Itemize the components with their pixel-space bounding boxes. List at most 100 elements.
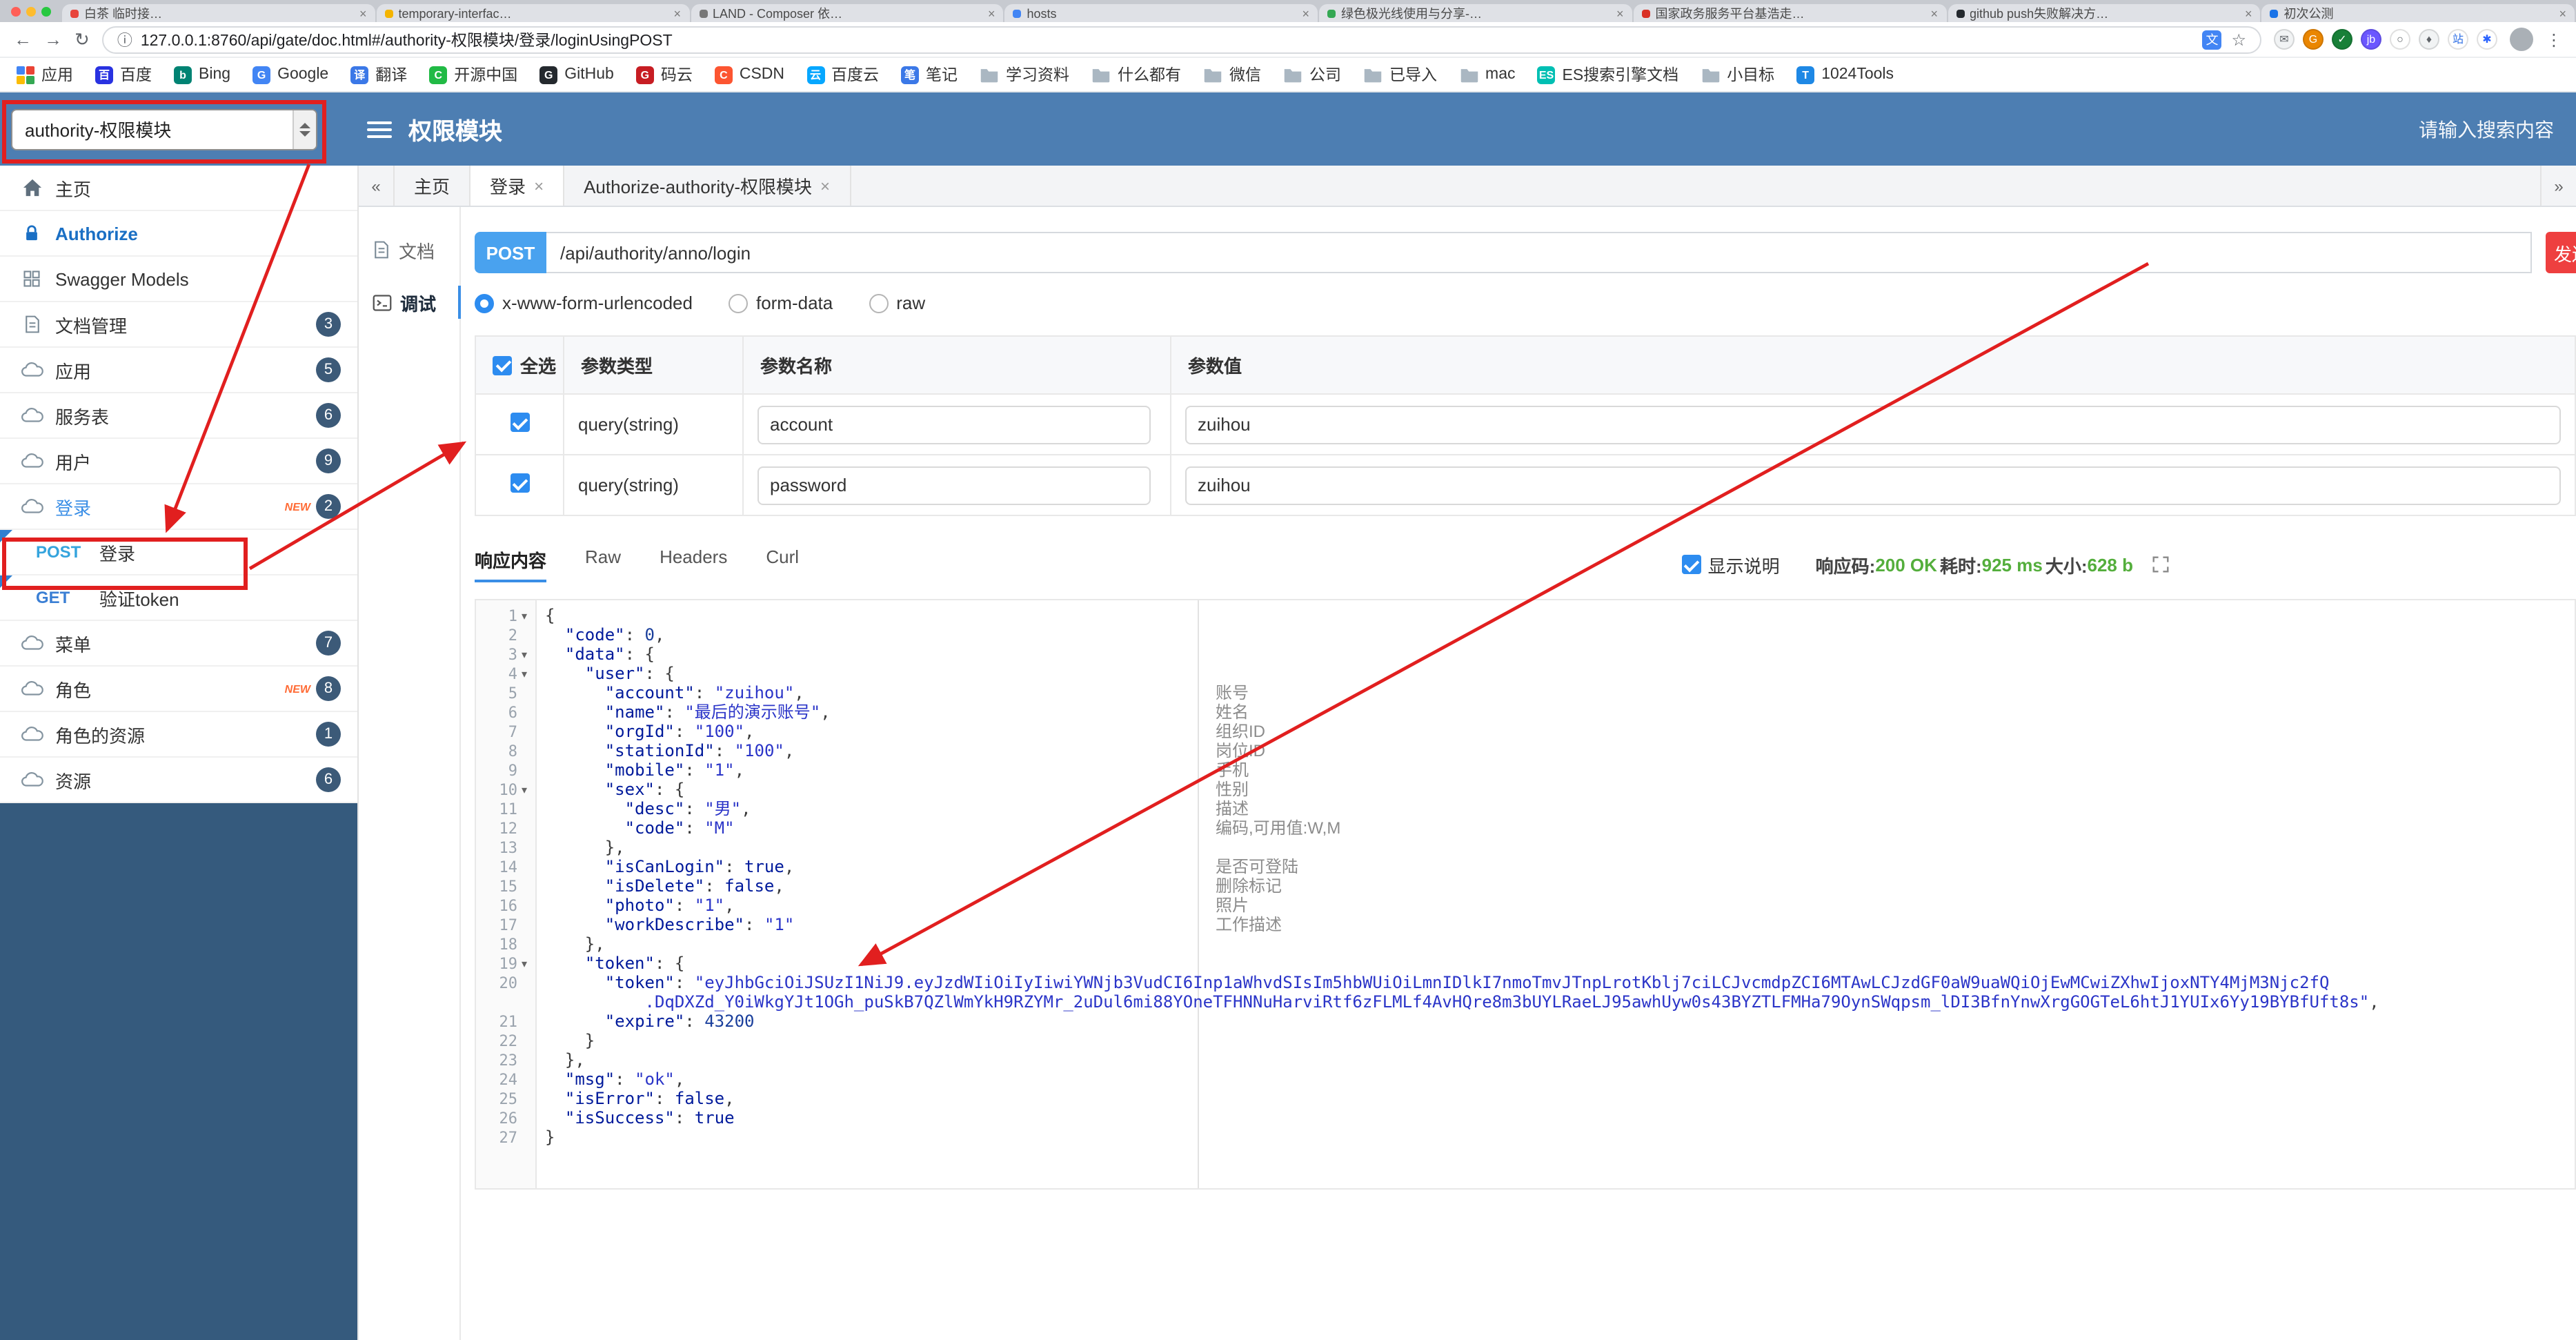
fold-caret-icon[interactable]: ▾	[517, 609, 531, 622]
minimize-window-icon[interactable]	[26, 7, 36, 17]
browser-tab[interactable]: github push失败解决方… ×	[1948, 4, 2261, 22]
mini-tab-文档[interactable]: 文档	[359, 224, 459, 276]
browser-tab[interactable]: 绿色极光线使用与分享-… ×	[1319, 4, 1632, 22]
sidebar-api-post-登录[interactable]: POST 登录	[0, 530, 357, 575]
extension-shield-icon[interactable]: ♦	[2419, 29, 2439, 50]
mini-tab-调试[interactable]: 调试	[359, 276, 461, 328]
tab-close-icon[interactable]: ×	[2245, 6, 2252, 20]
select-all-checkbox[interactable]	[493, 355, 512, 375]
tab-close-icon[interactable]: ×	[1616, 6, 1624, 20]
param-checkbox[interactable]	[510, 413, 529, 432]
bookmark-item[interactable]: 学习资料	[980, 63, 1069, 86]
doc-tab-Authorize-authority-权限模块[interactable]: Authorize-authority-权限模块 ×	[564, 166, 851, 206]
sidebar-item-主页[interactable]: 主页	[0, 166, 357, 211]
bookmark-item[interactable]: 云百度云	[806, 63, 879, 86]
content-type-option[interactable]: form-data	[728, 293, 833, 313]
profile-avatar[interactable]	[2510, 28, 2533, 51]
page-info-icon[interactable]: ⓘ	[117, 28, 132, 50]
fold-caret-icon[interactable]: ▾	[517, 667, 531, 680]
extension-circle-icon[interactable]: ○	[2390, 29, 2410, 50]
bookmark-star-icon[interactable]: ☆	[2231, 30, 2246, 49]
bookmark-item[interactable]: G Google	[252, 66, 328, 83]
bookmark-item[interactable]: 百百度	[95, 63, 152, 86]
bookmark-item[interactable]: 笔笔记	[901, 63, 958, 86]
close-icon[interactable]: ×	[820, 176, 830, 195]
extension-asterisk-icon[interactable]: ✱	[2477, 29, 2497, 50]
bookmark-item[interactable]: G GitHub	[539, 66, 614, 83]
tab-close-icon[interactable]: ×	[359, 6, 367, 20]
tab-close-icon[interactable]: ×	[988, 6, 995, 20]
param-value-input[interactable]	[1185, 405, 2561, 444]
bookmark-item[interactable]: G 码云	[635, 63, 693, 86]
bookmark-item[interactable]: 译翻译	[350, 63, 407, 86]
fold-caret-icon[interactable]: ▾	[517, 783, 531, 796]
bookmark-item[interactable]: b Bing	[174, 66, 230, 83]
back-icon[interactable]: ←	[14, 30, 32, 48]
extension-zhan-icon[interactable]: 站	[2448, 29, 2468, 50]
param-name-input[interactable]	[757, 405, 1151, 444]
sidebar-item-Swagger Models[interactable]: Swagger Models	[0, 257, 357, 302]
extension-jb-icon[interactable]: jb	[2361, 29, 2381, 50]
forward-icon[interactable]: →	[44, 30, 62, 48]
chevron-left-icon[interactable]: «	[359, 166, 395, 206]
browser-tab[interactable]: 初次公测 ×	[2261, 4, 2575, 22]
param-name-input[interactable]	[757, 466, 1151, 504]
fold-caret-icon[interactable]: ▾	[517, 957, 531, 969]
sidebar-item-角色[interactable]: 角色 NEW 8	[0, 667, 357, 712]
request-url-input[interactable]	[546, 232, 2532, 273]
translate-icon[interactable]: 文	[2202, 30, 2222, 49]
browser-menu-icon[interactable]: ⋮	[2546, 30, 2562, 49]
content-type-option[interactable]: raw	[869, 293, 925, 313]
tab-close-icon[interactable]: ×	[2559, 6, 2566, 20]
bookmark-item[interactable]: 已导入	[1363, 63, 1437, 86]
bookmark-item[interactable]: 应用	[17, 63, 73, 86]
bookmark-item[interactable]: C CSDN	[714, 66, 784, 83]
extension-g-icon[interactable]: G	[2303, 29, 2324, 50]
chevron-right-icon[interactable]: »	[2540, 166, 2576, 206]
tab-close-icon[interactable]: ×	[673, 6, 681, 20]
bookmark-item[interactable]: T 1024Tools	[1796, 66, 1894, 83]
close-icon[interactable]: ×	[534, 176, 544, 195]
sidebar-item-角色的资源[interactable]: 角色的资源 1	[0, 712, 357, 758]
url-field[interactable]: ⓘ 127.0.0.1:8760/api/gate/doc.html#/auth…	[101, 26, 2261, 53]
bookmark-item[interactable]: 公司	[1283, 63, 1341, 86]
bookmark-item[interactable]: 小目标	[1701, 63, 1774, 86]
doc-tab-主页[interactable]: 主页	[395, 166, 471, 206]
maximize-window-icon[interactable]	[41, 7, 51, 17]
tab-close-icon[interactable]: ×	[1302, 6, 1309, 20]
browser-tab[interactable]: hosts ×	[1004, 4, 1318, 22]
response-tab-Curl[interactable]: Curl	[766, 546, 799, 582]
select-stepper-icon[interactable]	[293, 110, 316, 148]
sidebar-item-登录[interactable]: 登录 NEW 2	[0, 484, 357, 530]
sidebar-item-应用[interactable]: 应用 5	[0, 348, 357, 393]
sidebar-item-文档管理[interactable]: 文档管理 3	[0, 302, 357, 348]
extension-mail-icon[interactable]: ✉	[2274, 29, 2295, 50]
browser-tab[interactable]: temporary-interfac… ×	[376, 4, 689, 22]
bookmark-item[interactable]: ES ES搜索引擎文档	[1537, 63, 1678, 86]
param-value-input[interactable]	[1185, 466, 2561, 504]
sidebar-item-Authorize[interactable]: Authorize	[0, 211, 357, 257]
header-search-input[interactable]: 请输入搜索内容	[2419, 115, 2554, 143]
extension-check-icon[interactable]: ✓	[2332, 29, 2352, 50]
param-checkbox[interactable]	[510, 473, 529, 493]
bookmark-item[interactable]: 微信	[1203, 63, 1261, 86]
response-tab-Headers[interactable]: Headers	[660, 546, 727, 582]
module-select[interactable]: authority-权限模块	[11, 108, 317, 150]
sidebar-item-服务表[interactable]: 服务表 6	[0, 393, 357, 439]
menu-toggle-icon[interactable]	[367, 121, 392, 137]
bookmark-item[interactable]: 什么都有	[1091, 63, 1181, 86]
fullscreen-icon[interactable]	[2152, 556, 2169, 573]
reload-icon[interactable]: ↻	[75, 30, 90, 48]
sidebar-item-用户[interactable]: 用户 9	[0, 439, 357, 484]
response-tab-响应内容[interactable]: 响应内容	[475, 546, 547, 582]
doc-tab-登录[interactable]: 登录 ×	[470, 166, 565, 206]
browser-tab[interactable]: 白茶 临时接… ×	[62, 4, 375, 22]
bookmark-item[interactable]: C 开源中国	[429, 63, 517, 86]
fold-caret-icon[interactable]: ▾	[517, 648, 531, 660]
tab-close-icon[interactable]: ×	[1930, 6, 1938, 20]
browser-tab[interactable]: LAND - Composer 依… ×	[691, 4, 1004, 22]
sidebar-item-菜单[interactable]: 菜单 7	[0, 621, 357, 667]
content-type-option[interactable]: x-www-form-urlencoded	[475, 293, 693, 313]
response-tab-Raw[interactable]: Raw	[585, 546, 621, 582]
bookmark-item[interactable]: mac	[1459, 66, 1516, 83]
